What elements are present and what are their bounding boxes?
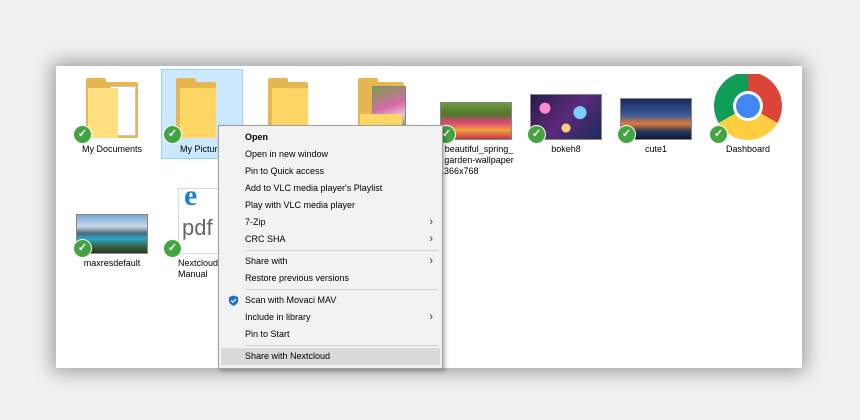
edge-icon: e bbox=[184, 179, 198, 212]
menu-item-pin-quick-access[interactable]: Pin to Quick access bbox=[221, 163, 440, 180]
menu-item-label: Open in new window bbox=[245, 149, 329, 159]
menu-item-label: Include in library bbox=[245, 312, 311, 322]
file-label: bokeh8 bbox=[551, 144, 581, 154]
file-item-maxresdefault[interactable]: ✓ maxresdefault bbox=[70, 188, 154, 269]
menu-item-label: Pin to Quick access bbox=[245, 166, 325, 176]
menu-item-add-vlc-playlist[interactable]: Add to VLC media player's Playlist bbox=[221, 180, 440, 197]
file-item-cute1[interactable]: ✓ cute1 bbox=[614, 74, 698, 155]
menu-item-label: Pin to Start bbox=[245, 329, 290, 339]
context-menu: Open Open in new window Pin to Quick acc… bbox=[218, 125, 443, 369]
shield-icon bbox=[228, 295, 239, 306]
menu-item-7zip[interactable]: 7-Zip › bbox=[221, 214, 440, 231]
menu-item-pin-start[interactable]: Pin to Start bbox=[221, 326, 440, 343]
file-item-dashboard[interactable]: ✓ Dashboard bbox=[706, 72, 790, 155]
folder-icon: ✓ bbox=[70, 74, 154, 144]
image-thumbnail: ✓ bbox=[614, 74, 698, 144]
menu-separator bbox=[245, 250, 438, 251]
chevron-right-icon: › bbox=[429, 311, 433, 323]
green-check-icon: ✓ bbox=[710, 126, 727, 143]
file-label: maxresdefault bbox=[83, 258, 141, 268]
image-thumbnail: ✓ bbox=[434, 74, 524, 144]
menu-item-open[interactable]: Open bbox=[221, 129, 440, 146]
chevron-right-icon: › bbox=[429, 233, 433, 245]
chrome-icon: ✓ bbox=[706, 72, 790, 144]
file-item-my-documents[interactable]: ✓ My Documents bbox=[70, 74, 154, 155]
menu-item-share-nextcloud[interactable]: Share with Nextcloud bbox=[221, 348, 440, 365]
file-label-line-1: beautiful_spring_ bbox=[444, 144, 514, 154]
menu-item-label: Open bbox=[245, 132, 269, 142]
menu-item-label: 7-Zip bbox=[245, 217, 266, 227]
menu-separator bbox=[245, 345, 438, 346]
green-check-icon: ✓ bbox=[164, 126, 181, 143]
file-label: Dashboard bbox=[725, 144, 771, 154]
menu-item-crc-sha[interactable]: CRC SHA › bbox=[221, 231, 440, 248]
image-thumbnail: ✓ bbox=[70, 188, 154, 258]
file-label: cute1 bbox=[644, 144, 668, 154]
chevron-right-icon: › bbox=[429, 216, 433, 228]
chevron-right-icon: › bbox=[429, 255, 433, 267]
menu-item-label: Play with VLC media player bbox=[245, 200, 356, 210]
menu-item-label: CRC SHA bbox=[245, 234, 286, 244]
menu-item-label: Share with Nextcloud bbox=[245, 351, 331, 361]
menu-item-share-with[interactable]: Share with › bbox=[221, 253, 440, 270]
file-item-bokeh8[interactable]: ✓ bokeh8 bbox=[524, 74, 608, 155]
green-check-icon: ✓ bbox=[618, 126, 635, 143]
file-item-spring-garden[interactable]: ✓ beautiful_spring_ garden-wallpaper -13… bbox=[434, 74, 524, 177]
green-check-icon: ✓ bbox=[74, 126, 91, 143]
menu-item-label: Share with bbox=[245, 256, 288, 266]
file-label-line-2: garden-wallpaper bbox=[444, 155, 514, 165]
menu-separator bbox=[245, 289, 438, 290]
pdf-label: pdf bbox=[182, 215, 213, 240]
image-thumbnail: ✓ bbox=[524, 74, 608, 144]
green-check-icon: ✓ bbox=[528, 126, 545, 143]
menu-item-open-new-window[interactable]: Open in new window bbox=[221, 146, 440, 163]
menu-item-include-library[interactable]: Include in library › bbox=[221, 309, 440, 326]
menu-item-play-vlc[interactable]: Play with VLC media player bbox=[221, 197, 440, 214]
menu-item-label: Restore previous versions bbox=[245, 273, 350, 283]
menu-item-scan-mav[interactable]: Scan with Movaci MAV bbox=[221, 292, 440, 309]
file-label-line-3: -1366x768 bbox=[436, 166, 479, 176]
green-check-icon: ✓ bbox=[164, 240, 181, 257]
file-label: My Documents bbox=[81, 144, 143, 154]
menu-item-label: Add to VLC media player's Playlist bbox=[245, 183, 383, 193]
green-check-icon: ✓ bbox=[74, 240, 91, 257]
menu-item-label: Scan with Movaci MAV bbox=[245, 295, 337, 305]
menu-item-restore-versions[interactable]: Restore previous versions bbox=[221, 270, 440, 287]
